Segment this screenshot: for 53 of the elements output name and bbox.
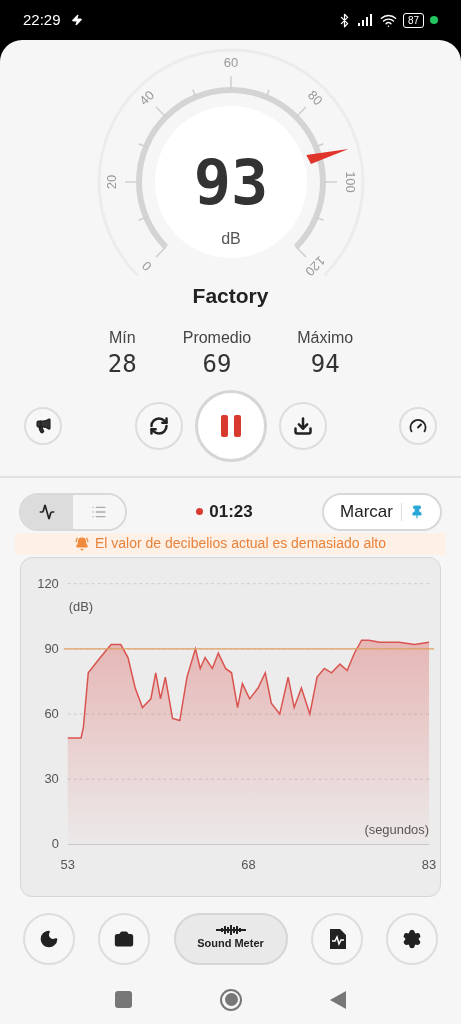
sound-alert-button[interactable] (24, 406, 62, 445)
x-tick-label: 83 (421, 856, 437, 872)
stat-label: Máximo (297, 327, 354, 348)
y-tick-label: 120 (37, 575, 59, 591)
back-button[interactable] (330, 990, 346, 1009)
flash-icon (70, 14, 83, 26)
settings-icon (402, 928, 422, 949)
y-tick-label: 60 (44, 705, 59, 721)
stat-value: 94 (310, 349, 340, 378)
refresh-icon (148, 415, 169, 436)
megaphone-icon (34, 417, 52, 434)
y-tick-label: 30 (44, 770, 59, 786)
waveform-icon (215, 925, 246, 936)
battery-indicator: 87 (402, 12, 424, 28)
unit-label: dB (220, 230, 241, 247)
gauge-tick-label: 40 (135, 87, 157, 109)
moon-icon (39, 928, 59, 949)
x-tick-label: 53 (60, 856, 75, 872)
gauge-tick-label: 100 (342, 171, 358, 193)
gauge-tick-label: 80 (304, 87, 326, 109)
chart-view-tab[interactable] (21, 494, 73, 529)
bell-icon (74, 536, 89, 551)
x-tick-label: 68 (241, 856, 256, 872)
y-tick-label: 0 (51, 835, 59, 851)
decibel-reading: 93 (193, 146, 268, 220)
gauge-tick-label: 20 (103, 174, 119, 190)
gauge-tick-label: 60 (223, 55, 238, 71)
sound-meter-button[interactable]: Sound Meter (173, 912, 288, 965)
gauge-needle (305, 148, 348, 164)
x-axis-label: (segundos) (364, 822, 430, 837)
download-icon (292, 415, 313, 436)
alert-text: El valor de decibelios actual es demasiado alto (94, 534, 387, 553)
stat-value: 28 (107, 349, 137, 378)
gauge-tick-label: 120 (301, 253, 328, 278)
pulse-icon (39, 503, 55, 520)
pulse-file-icon (327, 928, 346, 949)
pin-icon (410, 504, 424, 519)
stat-label: Mín (108, 327, 136, 348)
night-mode-button[interactable] (23, 912, 75, 965)
gauge-tick-label: 0 (138, 258, 155, 275)
y-axis-label: (dB) (68, 598, 94, 614)
stat-label: Promedio (182, 327, 252, 348)
stat-value: 69 (202, 349, 232, 378)
status-time: 22:29 (23, 9, 61, 30)
gauge-icon (409, 416, 427, 435)
timer: 01:23 (209, 500, 253, 523)
y-tick-label: 90 (44, 640, 59, 656)
location-label: Factory (191, 283, 270, 309)
gauge-button[interactable] (399, 406, 437, 445)
settings-button[interactable] (386, 912, 438, 965)
signal-icon (357, 14, 374, 26)
mark-button[interactable]: Marcar (322, 492, 442, 531)
home-button[interactable] (220, 988, 242, 1011)
